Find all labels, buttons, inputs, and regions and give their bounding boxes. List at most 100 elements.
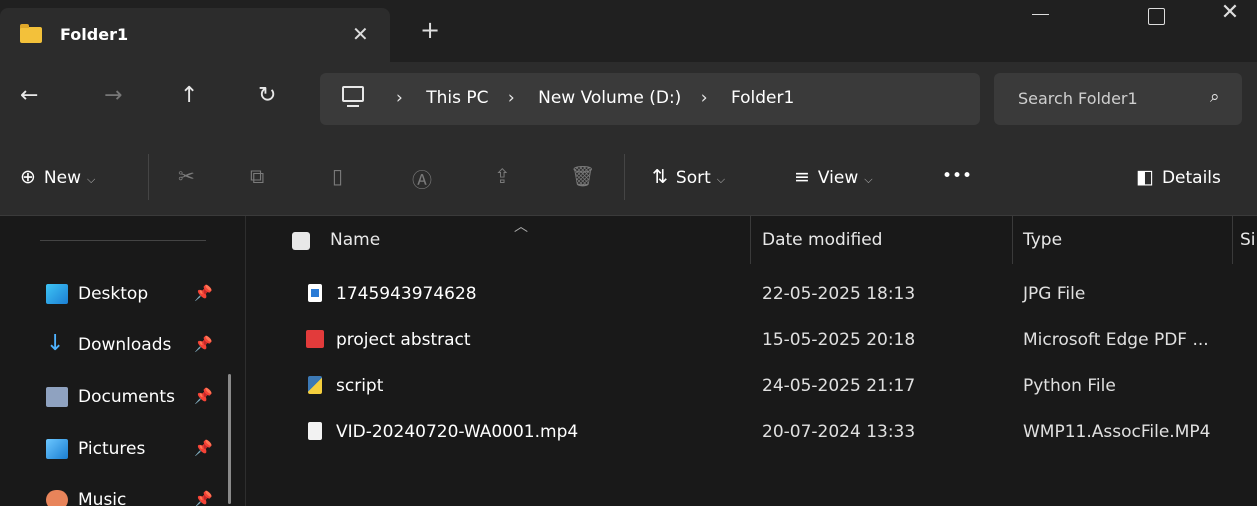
sidebar-item-music[interactable]: Music 📌 [46,486,226,506]
chevron-down-icon: ⌵ [87,173,96,186]
sidebar-item-desktop[interactable]: Desktop 📌 [46,280,226,310]
file-type: Microsoft Edge PDF ... [1023,330,1209,350]
python-file-icon [308,376,322,394]
sidebar-item-label: Desktop [78,284,149,304]
toolbar-divider [148,154,149,200]
file-type: Python File [1023,376,1116,396]
paste-icon[interactable]: ▯ [332,164,343,188]
search-input[interactable]: Search Folder1 [1018,89,1138,108]
file-name: project abstract [336,330,471,350]
file-name: script [336,376,384,396]
pin-icon[interactable]: 📌 [194,490,213,506]
sort-button[interactable]: ⇅ Sort ⌵ [652,166,725,188]
title-bar: Folder1 ✕ + ✕ [0,0,1257,62]
column-header-name[interactable]: Name [330,230,380,250]
column-header-date-modified[interactable]: Date modified [762,230,882,250]
breadcrumb-new-volume[interactable]: New Volume (D:) [538,88,681,108]
tab-folder1[interactable]: Folder1 ✕ [0,8,390,62]
column-divider[interactable] [1012,216,1013,264]
desktop-icon [46,284,68,304]
new-label: New [43,168,82,188]
column-divider[interactable] [1232,216,1233,264]
refresh-button[interactable]: ↻ [258,84,276,108]
breadcrumb: › This PC › New Volume (D:) › Folder1 [396,88,808,108]
new-button[interactable]: ⊕ New ⌵ [20,166,95,188]
sidebar-divider [40,240,206,241]
file-row[interactable]: 1745943974628 22-05-2025 18:13 JPG File [246,278,1257,318]
back-button[interactable]: ← [20,84,38,108]
pin-icon[interactable]: 📌 [194,439,213,457]
address-row: ← → ↑ ↻ › This PC › New Volume (D:) › Fo… [0,62,1257,138]
minimize-button[interactable] [1020,2,1060,32]
file-name: VID-20240720-WA0001.mp4 [336,422,579,442]
sidebar-item-label: Music [78,490,127,506]
search-box[interactable]: Search Folder1 ⌕ [994,73,1242,125]
sort-icon: ⇅ [652,166,668,188]
file-date: 22-05-2025 18:13 [762,284,916,304]
sidebar-item-label: Documents [78,387,175,407]
mp4-file-icon [308,422,322,440]
rename-icon[interactable]: Ⓐ [412,164,432,193]
details-button[interactable]: ◧ Details [1136,166,1221,188]
sidebar-item-downloads[interactable]: ↓ Downloads 📌 [46,331,226,361]
address-bar[interactable]: › This PC › New Volume (D:) › Folder1 [320,73,980,125]
this-pc-icon[interactable] [342,86,364,107]
sort-label: Sort [675,168,711,188]
jpg-file-icon [308,284,322,302]
file-list: ︿ Name Date modified Type Si 17459439746… [246,216,1257,506]
delete-icon[interactable]: 🗑 [570,164,595,188]
sidebar-item-label: Pictures [78,439,146,459]
forward-button[interactable]: → [104,84,122,108]
column-divider[interactable] [750,216,751,264]
view-list-icon: ≡ [794,166,810,188]
new-tab-button[interactable]: + [420,18,440,42]
pin-icon[interactable]: 📌 [194,335,213,353]
navigation-pane: Desktop 📌 ↓ Downloads 📌 Documents 📌 Pict… [0,216,246,506]
sort-ascending-icon: ︿ [514,219,528,235]
chevron-down-icon: ⌵ [716,173,726,186]
breadcrumb-folder1[interactable]: Folder1 [731,88,794,108]
breadcrumb-separator[interactable]: › [396,88,403,108]
copy-icon[interactable]: ⧉ [250,164,264,188]
pictures-icon [46,439,68,459]
file-date: 20-07-2024 13:33 [762,422,916,442]
pin-icon[interactable]: 📌 [194,387,213,405]
file-date: 24-05-2025 21:17 [762,376,916,396]
sidebar-item-pictures[interactable]: Pictures 📌 [46,435,226,465]
file-row[interactable]: VID-20240720-WA0001.mp4 20-07-2024 13:33… [246,416,1257,456]
sidebar-scrollbar[interactable] [228,374,231,504]
folder-icon [20,24,42,43]
pdf-file-icon [306,330,324,348]
file-type: JPG File [1023,284,1086,304]
search-icon[interactable]: ⌕ [1210,87,1220,107]
sidebar-item-documents[interactable]: Documents 📌 [46,383,226,413]
column-header-type[interactable]: Type [1023,230,1062,250]
view-label: View [817,168,859,188]
breadcrumb-separator[interactable]: › [508,88,515,108]
documents-icon [46,387,68,407]
plus-circle-icon: ⊕ [20,166,36,188]
sidebar-item-label: Downloads [78,335,172,355]
chevron-down-icon: ⌵ [864,173,873,186]
tab-close-button[interactable]: ✕ [352,22,369,46]
breadcrumb-separator[interactable]: › [701,88,708,108]
maximize-button[interactable] [1136,2,1176,32]
view-button[interactable]: ≡ View ⌵ [794,166,873,188]
details-pane-icon: ◧ [1136,166,1154,188]
cut-icon[interactable]: ✂ [178,164,195,188]
more-options-button[interactable]: ••• [942,166,972,186]
pin-icon[interactable]: 📌 [194,284,213,302]
close-window-button[interactable]: ✕ [1210,0,1250,30]
tab-title: Folder1 [60,25,129,44]
command-bar: ⊕ New ⌵ ✂ ⧉ ▯ Ⓐ ⇪ 🗑 ⇅ Sort ⌵ ≡ View ⌵ ••• ◧ Det… [0,138,1257,216]
column-header-size[interactable]: Si [1240,230,1256,250]
music-icon [46,490,68,506]
share-icon[interactable]: ⇪ [494,164,511,188]
file-row[interactable]: project abstract 15-05-2025 20:18 Micros… [246,324,1257,364]
breadcrumb-this-pc[interactable]: This PC [426,88,488,108]
select-all-checkbox[interactable] [292,232,310,250]
file-date: 15-05-2025 20:18 [762,330,916,350]
file-row[interactable]: script 24-05-2025 21:17 Python File [246,370,1257,410]
up-button[interactable]: ↑ [180,84,198,108]
downloads-icon: ↓ [46,331,65,356]
